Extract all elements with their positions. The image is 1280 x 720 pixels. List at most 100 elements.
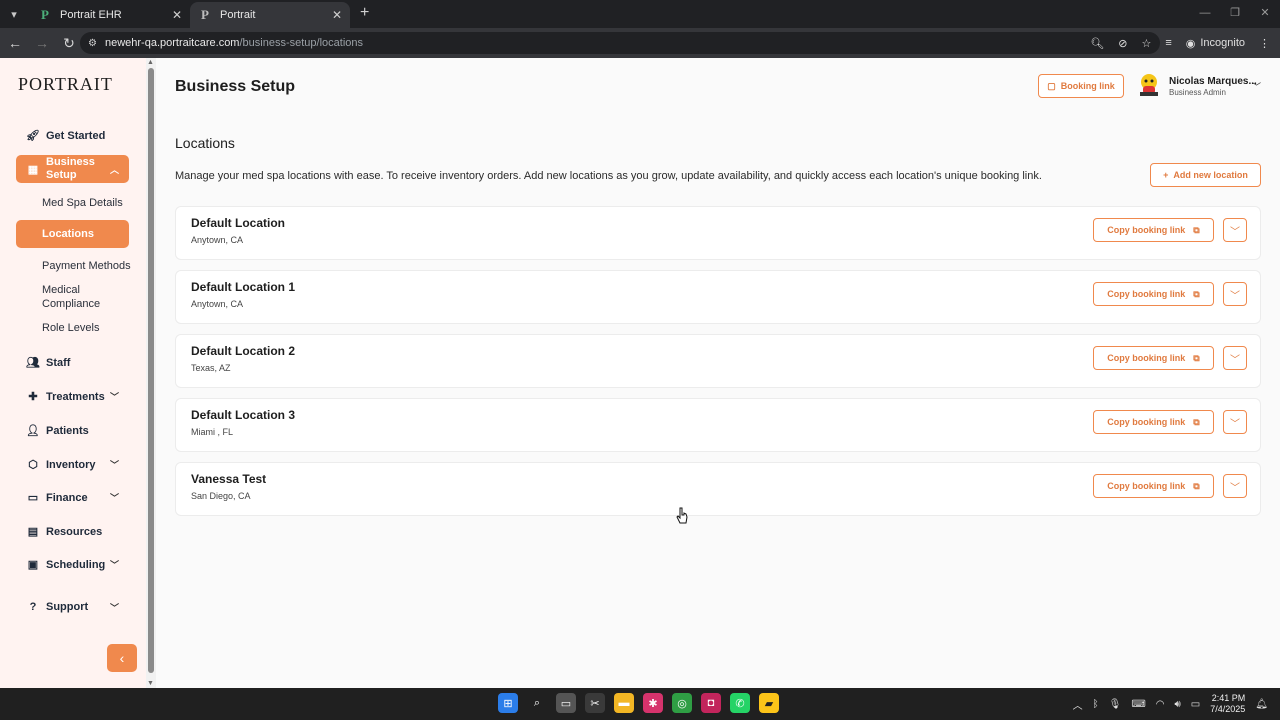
sidebar-item-label: Inventory — [46, 458, 96, 471]
sidebar-item-get-started[interactable]: 🚀︎ Get Started — [16, 129, 129, 143]
chevron-down-icon: ﹀ — [1230, 482, 1240, 494]
sidebar-item-inventory[interactable]: ⬡ Inventory ﹀ — [16, 458, 129, 472]
incognito-label: Incognito — [1200, 37, 1245, 49]
sidebar-item-treatments[interactable]: ✚ Treatments ﹀ — [16, 390, 129, 404]
browser-tab-portrait-ehr[interactable]: P Portrait EHR ✕ — [30, 2, 190, 28]
new-tab-icon[interactable]: + — [360, 4, 369, 22]
microphone-icon[interactable]: 🎙︎ — [1109, 699, 1122, 710]
back-icon[interactable]: ← — [3, 35, 27, 51]
sidebar-item-business-setup[interactable]: ▦ Business Setup ︿ — [16, 155, 129, 183]
expand-location-button[interactable]: ﹀ — [1223, 474, 1247, 498]
taskbar-apps: ⊞ ⌕ ▭ ✂ ▬ ✱ ◎ ◘ ✆ ▰ — [498, 693, 779, 713]
sidebar-item-label: Resources — [46, 525, 103, 538]
notification-icon[interactable]: 🔔︎ — [1255, 699, 1268, 710]
expand-location-button[interactable]: ﹀ — [1223, 346, 1247, 370]
sidebar-item-scheduling[interactable]: ▣ Scheduling ﹀ — [16, 558, 129, 572]
restore-icon[interactable]: ❐ — [1220, 0, 1250, 28]
forward-icon[interactable]: → — [30, 35, 54, 51]
copy-booking-link-button[interactable]: Copy booking link ⧉ — [1093, 218, 1214, 242]
booking-link-label: Booking link — [1060, 81, 1115, 91]
sidebar-subitem-locations[interactable]: Locations — [16, 220, 129, 248]
app-window: PORTRAIT 🚀︎ Get Started ▦ Business Setup… — [0, 58, 1280, 688]
sidebar-subitem-medical-compliance[interactable]: Medical Compliance — [42, 283, 112, 311]
sidebar-item-resources[interactable]: ▤ Resources — [16, 525, 129, 539]
sidebar-item-patients[interactable]: 👤︎ Patients — [16, 424, 129, 438]
incognito-indicator[interactable]: ◉ Incognito — [1186, 37, 1245, 50]
expand-location-button[interactable]: ﹀ — [1223, 282, 1247, 306]
battery-icon[interactable]: ▭ — [1191, 699, 1200, 710]
search-icon[interactable]: ⌕ — [527, 693, 547, 713]
slack-icon[interactable]: ✱ — [643, 693, 663, 713]
location-card: Default Location 3 Miami , FL Copy booki… — [175, 398, 1261, 452]
hand-cursor-icon — [676, 507, 688, 524]
volume-icon[interactable]: 🔊︎ — [1174, 699, 1180, 710]
chevron-down-icon: ﹀ — [109, 460, 119, 470]
sidebar-item-label: Finance — [46, 491, 88, 504]
sidebar-item-staff[interactable]: 👥︎ Staff — [16, 356, 129, 370]
clock[interactable]: 2:41 PM 7/4/2025 — [1210, 693, 1245, 715]
sidebar-subitem-payment-methods[interactable]: Payment Methods — [42, 259, 131, 273]
copy-booking-link-button[interactable]: Copy booking link ⧉ — [1093, 346, 1214, 370]
whatsapp-icon[interactable]: ✆ — [730, 693, 750, 713]
bookmark-star-icon[interactable]: ☆ — [1141, 37, 1151, 50]
location-name: Default Location 2 — [191, 344, 296, 358]
copy-booking-link-button[interactable]: Copy booking link ⧉ — [1093, 282, 1214, 306]
reload-icon[interactable]: ↻ — [57, 35, 81, 52]
chevron-up-icon: ︿ — [109, 164, 119, 175]
add-location-label: Add new location — [1173, 170, 1248, 180]
user-name[interactable]: Nicolas Marques... — [1169, 76, 1257, 87]
browser-tab-portrait[interactable]: P Portrait ✕ — [190, 2, 350, 28]
booking-link-button[interactable]: ▢ Booking link — [1038, 74, 1124, 98]
finance-icon: ▭ — [27, 492, 39, 504]
url-host: newehr-qa.portraitcare.com — [104, 37, 240, 49]
add-new-location-button[interactable]: + Add new location — [1150, 163, 1261, 187]
collapse-sidebar-button[interactable]: ‹ — [107, 644, 137, 672]
scroll-down-icon[interactable]: ▼ — [147, 680, 154, 687]
zoom-icon[interactable]: 🔍︎ — [1090, 37, 1104, 50]
section-description: Manage your med spa locations with ease.… — [175, 170, 1042, 182]
tab-search-icon[interactable]: ▾ — [2, 4, 26, 24]
browser-menu-icon[interactable]: ⋮ — [1259, 37, 1270, 50]
window-controls: — ❐ ✕ — [1190, 0, 1280, 28]
chrome-icon[interactable]: ◎ — [672, 693, 692, 713]
sidebar-item-finance[interactable]: ▭ Finance ﹀ — [16, 491, 129, 505]
copy-icon: ⧉ — [1193, 480, 1200, 491]
scroll-up-icon[interactable]: ▲ — [147, 59, 154, 66]
eye-off-icon[interactable]: ⊘ — [1118, 37, 1127, 50]
expand-location-button[interactable]: ﹀ — [1223, 218, 1247, 242]
sidebar-subitem-med-spa-details[interactable]: Med Spa Details — [42, 196, 123, 210]
portrait-logo[interactable]: PORTRAIT — [18, 74, 113, 95]
copy-booking-link-button[interactable]: Copy booking link ⧉ — [1093, 410, 1214, 434]
copy-booking-link-button[interactable]: Copy booking link ⧉ — [1093, 474, 1214, 498]
chevron-down-icon[interactable]: ﹀ — [1252, 80, 1261, 93]
task-view-icon[interactable]: ▭ — [556, 693, 576, 713]
location-address: Texas, AZ — [191, 363, 231, 373]
file-explorer-icon[interactable]: ▬ — [614, 693, 634, 713]
minimize-icon[interactable]: — — [1190, 0, 1220, 28]
avatar[interactable] — [1136, 72, 1162, 100]
sidebar-item-label: Treatments — [46, 390, 105, 403]
browser-toolbar: ← → ↻ ⚙ newehr-qa.portraitcare.com/busin… — [0, 28, 1280, 58]
close-tab-icon[interactable]: ✕ — [172, 8, 182, 22]
sidebar-subitem-role-levels[interactable]: Role Levels — [42, 321, 99, 335]
bluetooth-icon[interactable]: ᛒ — [1093, 699, 1099, 710]
media-control-icon[interactable]: ≡ — [1165, 37, 1171, 49]
keyboard-icon[interactable]: ⌨ — [1131, 699, 1145, 710]
sidebar-scrollbar[interactable]: ▲ ▼ — [146, 58, 156, 688]
address-bar[interactable]: ⚙ newehr-qa.portraitcare.com/business-se… — [80, 32, 1160, 54]
scrollbar-thumb[interactable] — [148, 68, 154, 673]
snipping-tool-icon[interactable]: ✂ — [585, 693, 605, 713]
instagram-icon[interactable]: ◘ — [701, 693, 721, 713]
windows-start-icon[interactable]: ⊞ — [498, 693, 518, 713]
site-info-icon[interactable]: ⚙ — [88, 38, 97, 49]
close-window-icon[interactable]: ✕ — [1250, 0, 1280, 28]
wifi-icon[interactable]: ◠ — [1156, 699, 1165, 710]
close-tab-icon[interactable]: ✕ — [332, 8, 342, 22]
sticky-notes-icon[interactable]: ▰ — [759, 693, 779, 713]
copy-icon: ⧉ — [1193, 416, 1200, 427]
copy-booking-label: Copy booking link — [1107, 481, 1186, 491]
portrait-favicon-icon: P — [41, 7, 49, 22]
expand-location-button[interactable]: ﹀ — [1223, 410, 1247, 434]
chevron-up-icon[interactable]: ︿ — [1073, 697, 1083, 712]
sidebar-item-support[interactable]: ? Support ﹀ — [16, 601, 129, 613]
